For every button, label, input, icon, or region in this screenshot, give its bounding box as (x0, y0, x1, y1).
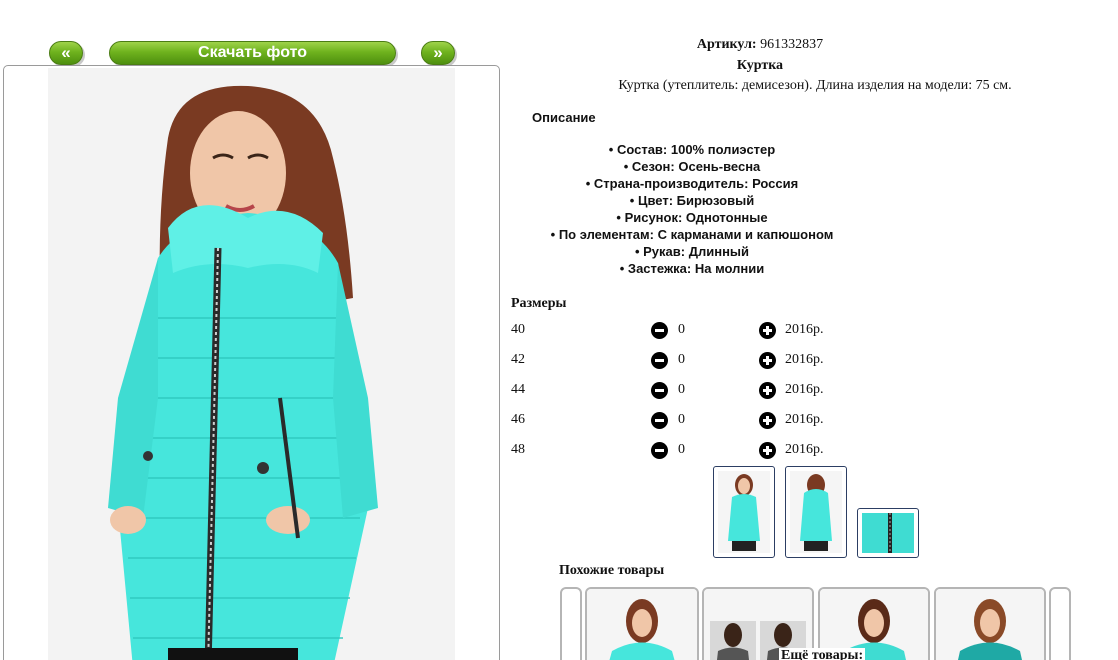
quantity-value: 0 (678, 322, 685, 337)
carousel-prev-arrow[interactable] (560, 587, 582, 660)
next-photo-button[interactable]: » (421, 41, 455, 65)
size-row: 42 0 2016р. (511, 351, 871, 371)
more-products-label: Ещё товары: (779, 648, 866, 660)
size-row: 46 0 2016р. (511, 411, 871, 431)
spec-item: Рукав: Длинный (492, 243, 892, 260)
price-value: 2016р. (785, 442, 824, 457)
photo-frame (3, 65, 500, 660)
similar-products-heading: Похожие товары (559, 563, 665, 578)
spec-item: По элементам: С карманами и капюшоном (492, 226, 892, 243)
sku-line: Артикул: 961332837 (560, 37, 960, 53)
price-value: 2016р. (785, 382, 824, 397)
spec-item: Страна-производитель: Россия (492, 175, 892, 192)
size-value: 44 (511, 382, 525, 397)
size-value: 42 (511, 352, 525, 367)
thumbnail-back-image (790, 471, 842, 553)
price-value: 2016р. (785, 352, 824, 367)
similar-product-image (936, 589, 1044, 660)
sizes-heading: Размеры (511, 296, 567, 311)
spec-item: Цвет: Бирюзовый (492, 192, 892, 209)
thumbnail-detail[interactable] (857, 508, 919, 558)
minus-circle-icon[interactable] (651, 382, 668, 399)
spec-item: Сезон: Осень-весна (492, 158, 892, 175)
spec-item: Состав: 100% полиэстер (492, 141, 892, 158)
similar-product-card[interactable] (934, 587, 1046, 660)
thumbnail-front[interactable] (713, 466, 775, 558)
similar-product-image (587, 589, 697, 660)
size-row: 40 0 2016р. (511, 321, 871, 341)
minus-circle-icon[interactable] (651, 352, 668, 369)
details-heading: Описание (532, 110, 596, 125)
thumbnail-back[interactable] (785, 466, 847, 558)
plus-circle-icon[interactable] (759, 322, 776, 339)
plus-circle-icon[interactable] (759, 412, 776, 429)
model-in-jacket-image (48, 68, 455, 660)
prev-photo-button[interactable]: « (49, 41, 83, 65)
spec-item: Рисунок: Однотонные (492, 209, 892, 226)
plus-circle-icon[interactable] (759, 442, 776, 459)
minus-circle-icon[interactable] (651, 322, 668, 339)
size-value: 40 (511, 322, 525, 337)
product-title: Куртка (736, 58, 784, 73)
similar-product-card[interactable] (585, 587, 699, 660)
thumbnail-detail-image (862, 513, 914, 553)
product-description: Куртка (утеплитель: демисезон). Длина из… (618, 78, 1012, 93)
price-value: 2016р. (785, 412, 824, 427)
size-row: 48 0 2016р. (511, 441, 871, 461)
thumbnail-front-image (718, 471, 770, 553)
spec-item: Застежка: На молнии (492, 260, 892, 277)
minus-circle-icon[interactable] (651, 412, 668, 429)
size-row: 44 0 2016р. (511, 381, 871, 401)
size-value: 46 (511, 412, 525, 427)
spec-list: Состав: 100% полиэстер Сезон: Осень-весн… (492, 141, 892, 277)
plus-circle-icon[interactable] (759, 352, 776, 369)
quantity-value: 0 (678, 442, 685, 457)
quantity-value: 0 (678, 382, 685, 397)
quantity-value: 0 (678, 412, 685, 427)
size-value: 48 (511, 442, 525, 457)
sku-value: 961332837 (760, 37, 824, 52)
product-photo[interactable] (48, 68, 455, 660)
quantity-value: 0 (678, 352, 685, 367)
download-photo-button[interactable]: Скачать фото (109, 41, 396, 65)
minus-circle-icon[interactable] (651, 442, 668, 459)
price-value: 2016р. (785, 322, 824, 337)
plus-circle-icon[interactable] (759, 382, 776, 399)
sku-label: Артикул: (696, 37, 757, 52)
carousel-next-arrow[interactable] (1049, 587, 1071, 660)
